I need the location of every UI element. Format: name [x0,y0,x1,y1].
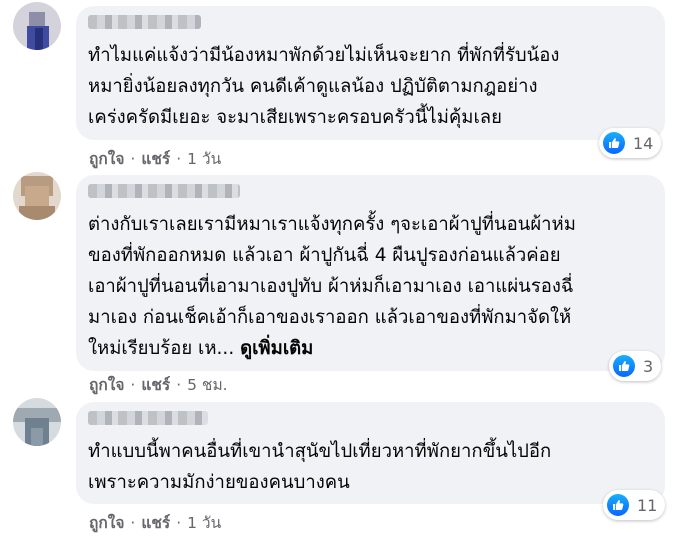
comment-actions: ถูกใจ · แชร์ · 1 วัน [89,146,221,171]
like-button[interactable]: ถูกใจ [89,376,124,394]
reaction-count: 14 [633,133,654,153]
avatar[interactable] [13,2,61,50]
separator: · [176,150,182,168]
reaction-summary[interactable]: 3 [609,351,662,381]
share-button[interactable]: แชร์ [141,150,170,168]
comment-text: ทำไมแค่แจ้งว่ามีน้องหมาพักด้วยไม่เห็นจะย… [88,45,560,128]
comment-bubble: ต่างกับเราเลยเรามีหมาเราแจ้งทุกครั้ง ๆจะ… [76,175,665,371]
reaction-count: 3 [643,356,654,376]
like-thumb-icon [607,494,629,516]
share-button[interactable]: แชร์ [141,514,170,532]
comment-actions: ถูกใจ · แชร์ · 5 ชม. [89,372,228,397]
comment-actions: ถูกใจ · แชร์ · 1 วัน [89,510,221,535]
like-thumb-icon [613,355,635,377]
timestamp[interactable]: 5 ชม. [187,376,227,394]
separator: · [130,376,136,394]
like-button[interactable]: ถูกใจ [89,514,124,532]
separator: · [176,376,182,394]
comment-text: ต่างกับเราเลยเรามีหมาเราแจ้งทุกครั้ง ๆจะ… [88,214,576,359]
separator: · [130,514,136,532]
like-thumb-icon [603,132,625,154]
timestamp[interactable]: 1 วัน [187,514,221,532]
share-button[interactable]: แชร์ [141,376,170,394]
reaction-summary[interactable]: 11 [603,490,666,520]
separator: · [176,514,182,532]
comment-text: ทำแบบนี้พาคนอื่นที่เขานำสุนัขไปเที่ยวหาท… [88,441,552,493]
avatar[interactable] [13,172,61,220]
author-name-redacted[interactable] [88,411,208,425]
timestamp[interactable]: 1 วัน [187,150,221,168]
reaction-count: 11 [637,495,658,515]
separator: · [130,150,136,168]
like-button[interactable]: ถูกใจ [89,150,124,168]
comment-bubble: ทำไมแค่แจ้งว่ามีน้องหมาพักด้วยไม่เห็นจะย… [76,6,665,140]
avatar[interactable] [13,398,61,446]
comment-bubble: ทำแบบนี้พาคนอื่นที่เขานำสุนัขไปเที่ยวหาท… [76,402,665,504]
see-more-link[interactable]: ดูเพิ่มเติม [240,338,313,359]
reaction-summary[interactable]: 14 [599,128,662,158]
author-name-redacted[interactable] [88,184,240,198]
author-name-redacted[interactable] [88,15,201,29]
